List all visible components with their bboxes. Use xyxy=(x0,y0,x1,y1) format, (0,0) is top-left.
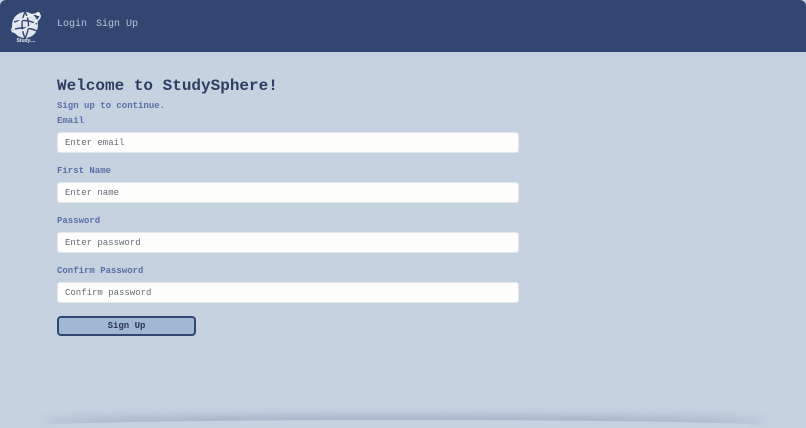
confirm-password-label: Confirm Password xyxy=(57,266,144,276)
app-window: Study.... Login Sign Up Welcome to Study… xyxy=(0,0,806,428)
signup-form: Welcome to StudySphere! Sign up to conti… xyxy=(57,76,519,336)
email-group: Email xyxy=(57,115,519,153)
email-label: Email xyxy=(57,116,85,126)
nav-signup-link[interactable]: Sign Up xyxy=(96,19,138,30)
first-name-group: First Name xyxy=(57,165,519,203)
page-title: Welcome to StudySphere! xyxy=(57,77,278,95)
confirm-password-field[interactable] xyxy=(57,282,519,303)
page-subtitle: Sign up to continue. xyxy=(57,101,166,111)
password-label: Password xyxy=(57,216,101,226)
globe-orbit-icon xyxy=(11,11,41,39)
email-field[interactable] xyxy=(57,132,519,153)
password-field[interactable] xyxy=(57,232,519,253)
password-group: Password xyxy=(57,215,519,253)
confirm-password-group: Confirm Password xyxy=(57,265,519,303)
first-name-label: First Name xyxy=(57,166,112,176)
first-name-field[interactable] xyxy=(57,182,519,203)
bottom-edge-shadow xyxy=(40,420,766,428)
brand-logo-text: Study.... xyxy=(16,38,36,44)
nav-login-link[interactable]: Login xyxy=(57,19,87,30)
nav-links: Login Sign Up xyxy=(57,19,138,30)
signup-submit-button[interactable]: Sign Up xyxy=(57,316,196,336)
top-navbar: Study.... Login Sign Up xyxy=(0,0,806,52)
